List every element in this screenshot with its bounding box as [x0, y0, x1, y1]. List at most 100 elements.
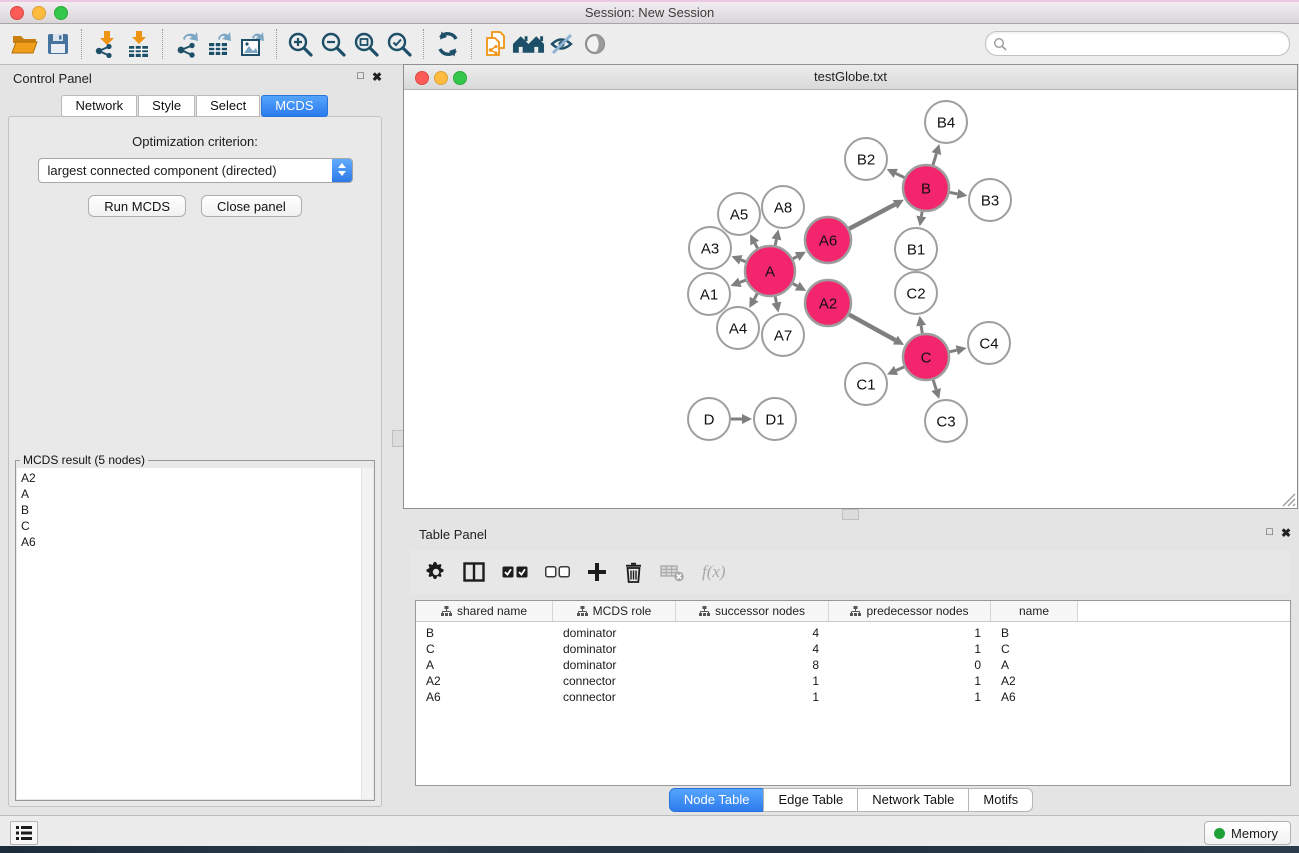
mcds-result-item[interactable]: B: [17, 502, 373, 518]
network-zoom-icon[interactable]: [453, 71, 467, 85]
resize-grip-icon[interactable]: [1282, 493, 1296, 507]
memory-button[interactable]: Memory: [1204, 821, 1291, 845]
tab-style[interactable]: Style: [138, 95, 195, 117]
save-session-button[interactable]: [41, 27, 74, 61]
network-window-titlebar[interactable]: testGlobe.txt: [404, 65, 1297, 90]
tab-network-table[interactable]: Network Table: [857, 788, 969, 812]
node-table[interactable]: shared nameMCDS rolesuccessor nodesprede…: [415, 600, 1291, 786]
criterion-dropdown[interactable]: largest connected component (directed): [38, 158, 353, 183]
mcds-result-list[interactable]: A2ABCA6: [17, 468, 373, 799]
edge-C-C4[interactable]: [949, 350, 956, 352]
float-panel-icon[interactable]: □: [357, 70, 364, 84]
export-table-button[interactable]: [203, 27, 236, 61]
checked-boxes-icon: [502, 566, 528, 579]
window-minimize-icon[interactable]: [32, 6, 46, 20]
arrowhead-icon: [742, 414, 752, 424]
settings-gear-button[interactable]: [426, 562, 446, 582]
hide-details-button[interactable]: [545, 27, 578, 61]
table-cell: C: [991, 642, 1078, 656]
edge-A-A5[interactable]: [755, 243, 758, 248]
edge-A6-B[interactable]: [849, 204, 895, 228]
tab-motifs[interactable]: Motifs: [968, 788, 1033, 812]
task-history-button[interactable]: [10, 821, 38, 845]
run-mcds-button[interactable]: Run MCDS: [88, 195, 186, 217]
select-all-columns-button[interactable]: [502, 566, 528, 579]
export-network-button[interactable]: [170, 27, 203, 61]
unselect-all-columns-button[interactable]: [545, 566, 570, 578]
column-header-successor-nodes[interactable]: successor nodes: [676, 601, 829, 621]
table-row[interactable]: Cdominator41C: [416, 641, 1290, 657]
mcds-result-item[interactable]: A2: [17, 470, 373, 486]
edge-A-A8[interactable]: [775, 239, 776, 245]
close-panel-icon[interactable]: ✖: [1281, 526, 1291, 540]
edge-C-C1[interactable]: [896, 367, 904, 371]
table-row[interactable]: A6connector11A6: [416, 689, 1290, 705]
mcds-result-item[interactable]: C: [17, 518, 373, 534]
search-input[interactable]: [1011, 36, 1265, 52]
search-box[interactable]: [985, 31, 1290, 56]
refresh-button[interactable]: [431, 27, 464, 61]
edge-C-C2[interactable]: [921, 326, 922, 334]
edge-A-A7[interactable]: [775, 296, 776, 302]
edge-B-B4[interactable]: [933, 154, 936, 165]
edge-A-A1[interactable]: [740, 280, 746, 282]
table-row[interactable]: Bdominator41B: [416, 625, 1290, 641]
import-network-button[interactable]: [89, 27, 122, 61]
app-titlebar: Session: New Session: [0, 0, 1299, 24]
table-row[interactable]: Adominator80A: [416, 657, 1290, 673]
edge-A-A6[interactable]: [793, 256, 797, 258]
mcds-result-item[interactable]: A: [17, 486, 373, 502]
window-zoom-icon[interactable]: [54, 6, 68, 20]
import-table-button[interactable]: [122, 27, 155, 61]
home-button[interactable]: [512, 27, 545, 61]
zoom-in-button[interactable]: [284, 27, 317, 61]
delete-table-button[interactable]: [660, 562, 685, 582]
float-panel-icon[interactable]: □: [1266, 526, 1273, 540]
edge-B-B2[interactable]: [896, 173, 905, 177]
mcds-result-item[interactable]: A6: [17, 534, 373, 550]
column-header-shared-name[interactable]: shared name: [416, 601, 553, 621]
scrollbar-track[interactable]: [361, 468, 373, 799]
edge-A-A3[interactable]: [741, 260, 746, 262]
horizontal-splitter-handle[interactable]: [842, 509, 859, 520]
tab-node-table[interactable]: Node Table: [669, 788, 765, 812]
node-label: C2: [906, 285, 925, 302]
edge-A-A4[interactable]: [754, 294, 757, 300]
list-icon: [15, 825, 33, 841]
zoom-out-button[interactable]: [317, 27, 350, 61]
tab-select[interactable]: Select: [196, 95, 260, 117]
close-panel-button[interactable]: Close panel: [201, 195, 302, 217]
edge-B-B3[interactable]: [950, 192, 958, 193]
zoom-fit-button[interactable]: [350, 27, 383, 61]
column-header-predecessor-nodes[interactable]: predecessor nodes: [829, 601, 991, 621]
network-canvas[interactable]: AA1A2A3A4A5A6A7A8BB1B2B3B4CC1C2C3C4DD1: [404, 90, 1297, 508]
node-label: A1: [700, 286, 718, 303]
window-close-icon[interactable]: [10, 6, 24, 20]
zoom-selected-button[interactable]: [383, 27, 416, 61]
export-image-button[interactable]: [236, 27, 269, 61]
close-panel-icon[interactable]: ✖: [372, 70, 382, 84]
edge-C-C3[interactable]: [933, 380, 936, 390]
tab-edge-table[interactable]: Edge Table: [763, 788, 858, 812]
delete-column-button[interactable]: [624, 562, 643, 583]
node-label: B2: [857, 151, 875, 168]
tab-mcds[interactable]: MCDS: [261, 95, 327, 117]
copy-view-button[interactable]: [479, 27, 512, 61]
home-icon: [512, 31, 545, 57]
column-type-icon: [441, 606, 452, 617]
add-column-button[interactable]: [587, 562, 607, 582]
column-header-mcds-role[interactable]: MCDS role: [553, 601, 676, 621]
column-header-name[interactable]: name: [991, 601, 1078, 621]
edge-A-A2[interactable]: [793, 284, 798, 287]
tab-network[interactable]: Network: [61, 95, 137, 117]
column-layout-button[interactable]: [463, 562, 485, 582]
edge-A2-C[interactable]: [849, 315, 895, 341]
show-details-button[interactable]: [578, 27, 611, 61]
function-builder-button[interactable]: f(x): [702, 562, 726, 582]
table-row[interactable]: A2connector11A2: [416, 673, 1290, 689]
open-session-button[interactable]: [8, 27, 41, 61]
network-close-icon[interactable]: [415, 71, 429, 85]
network-minimize-icon[interactable]: [434, 71, 448, 85]
edge-B-B1[interactable]: [921, 212, 922, 217]
zoom-out-icon: [320, 31, 347, 58]
